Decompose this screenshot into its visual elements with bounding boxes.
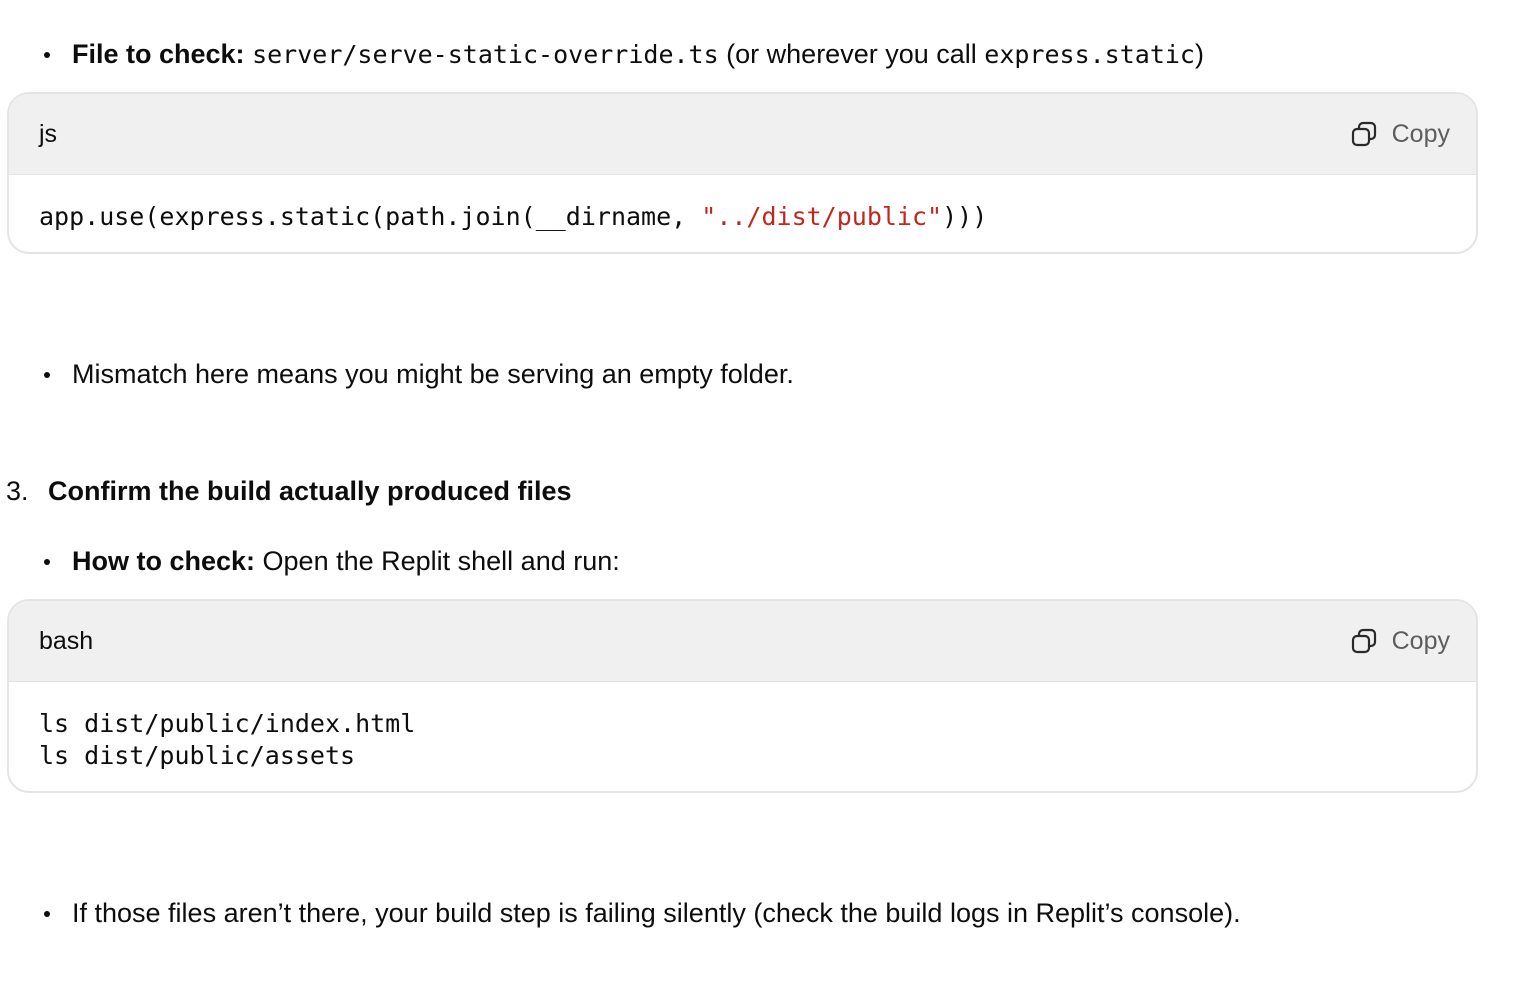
inline-code-express-static: express.static [984,40,1195,69]
copy-icon [1351,121,1376,147]
copy-button[interactable]: Copy [1350,116,1450,152]
code-string: "../dist/public" [701,202,943,231]
bullet-dot [44,372,50,378]
inline-code-path: server/serve-static-override.ts [252,40,719,69]
bullet-dot [44,911,50,917]
bullet-dot [44,559,50,565]
bullet-dot [44,52,50,58]
code-text: app.use(express.static(path.join(__dirna… [39,202,702,231]
code-block-bash: bash Copy ls dist/public/index.html ls di… [7,599,1478,793]
code-block-header: bash Copy [9,601,1476,682]
bullet-text: How to check: Open the Replit shell and … [72,543,620,579]
numbered-item-3: 3. Confirm the build actually produced fi… [6,472,572,510]
copy-label: Copy [1391,119,1450,148]
code-content: app.use(express.static(path.join(__dirna… [9,175,1476,233]
bullet-text: Mismatch here means you might be serving… [72,359,794,389]
bold-label: File to check: [72,39,245,69]
code-content: ls dist/public/index.html ls dist/public/… [9,682,1476,772]
code-block-header: js Copy [9,94,1476,175]
code-block-js: js Copy app.use(express.static(path.join… [7,92,1478,254]
code-text: ))) [942,202,988,231]
item-number: 3. [6,476,29,506]
copy-button[interactable]: Copy [1350,623,1450,659]
bold-label: How to check: [72,546,256,576]
code-language-label: js [39,120,58,148]
text-end: ) [1194,39,1204,69]
bullet-body: Open the Replit shell and run: [255,546,620,576]
item-title: Confirm the build actually produced file… [48,476,572,506]
bullet-text: File to check: server/serve-static-overr… [72,36,1204,73]
text-middle: (or wherever you call [718,39,985,69]
code-language-label: bash [39,627,94,655]
code-line: ls dist/public/assets [39,741,356,770]
copy-label: Copy [1391,626,1450,655]
code-line: ls dist/public/index.html [39,709,416,738]
bullet-text: If those files aren’t there, your build … [72,898,1241,928]
copy-icon [1351,628,1376,654]
